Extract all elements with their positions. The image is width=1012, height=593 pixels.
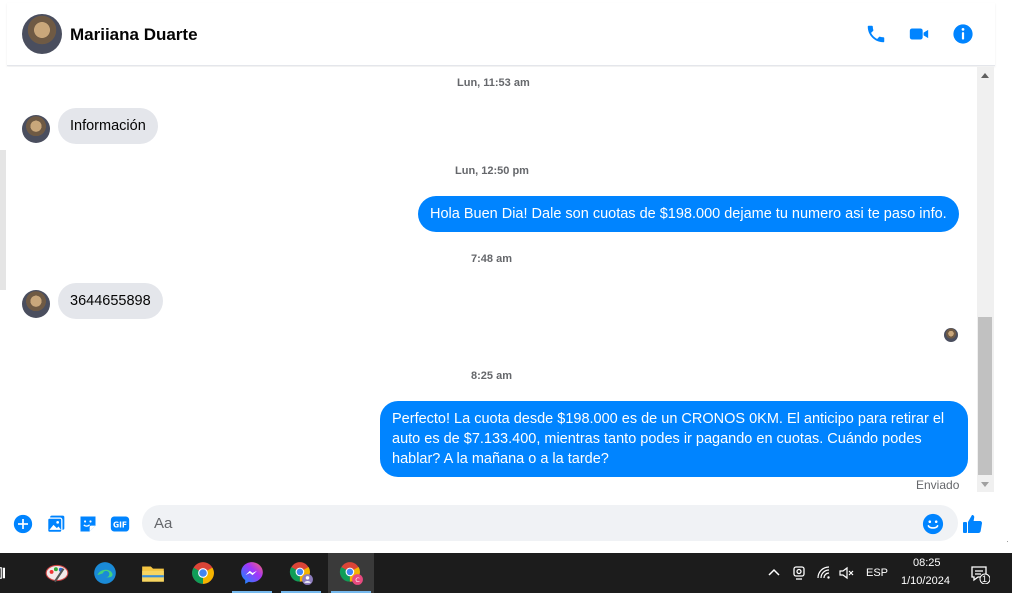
- message-composer: GIF: [7, 497, 1007, 549]
- sticker-icon: [80, 516, 96, 532]
- incoming-message[interactable]: 3644655898: [58, 283, 163, 319]
- message-list: Lun, 11:53 am Información Lun, 12:50 pm …: [7, 67, 977, 497]
- chrome-profile-icon: [289, 562, 313, 585]
- chat-header: Mariiana Duarte: [7, 3, 995, 66]
- message-timestamp: Lun, 12:50 pm: [455, 165, 529, 177]
- attach-photo-button[interactable]: [45, 513, 67, 535]
- voice-call-button[interactable]: [863, 21, 889, 47]
- folder-icon: [142, 566, 164, 582]
- taskbar-app-messenger[interactable]: [229, 553, 275, 593]
- gif-icon: GIF: [110, 516, 130, 532]
- task-view-button[interactable]: [0, 553, 14, 593]
- clock-date[interactable]: 1/10/2024: [901, 575, 950, 587]
- scrollbar-thumb[interactable]: [978, 317, 992, 475]
- message-timestamp: 8:25 am: [471, 370, 512, 382]
- phone-icon: [867, 25, 885, 43]
- more-actions-button[interactable]: [12, 513, 34, 535]
- left-panel-edge: [0, 150, 6, 290]
- emoji-icon: [922, 513, 944, 535]
- like-button[interactable]: [960, 511, 986, 537]
- svg-text:GIF: GIF: [113, 520, 127, 529]
- taskbar-app-chrome-active[interactable]: C: [328, 553, 374, 593]
- sticker-button[interactable]: [77, 513, 99, 535]
- message-input[interactable]: [142, 505, 958, 541]
- svg-text:C: C: [355, 576, 360, 584]
- webcam-icon: [793, 566, 805, 580]
- message-timestamp: 7:48 am: [471, 253, 512, 265]
- chrome-icon: [192, 562, 214, 584]
- message-timestamp: Lun, 11:53 am: [457, 77, 530, 89]
- thumbs-up-icon: [963, 515, 983, 534]
- sender-avatar[interactable]: [22, 115, 50, 143]
- taskbar-app-chrome[interactable]: [180, 553, 226, 593]
- edge-browser-icon: [94, 562, 116, 584]
- outgoing-message[interactable]: Hola Buen Dia! Dale son cuotas de $198.0…: [418, 196, 959, 232]
- video-camera-icon: [909, 28, 929, 40]
- messenger-icon: [241, 562, 263, 584]
- image-icon: [47, 515, 65, 533]
- taskbar-app-file-explorer[interactable]: [130, 553, 176, 593]
- video-call-button[interactable]: [906, 21, 932, 47]
- wifi-icon: [817, 566, 830, 579]
- contact-name[interactable]: Mariiana Duarte: [70, 25, 198, 45]
- meet-now-button[interactable]: [791, 565, 807, 581]
- conversation-info-button[interactable]: [950, 21, 976, 47]
- paint-icon: [45, 564, 69, 583]
- outgoing-message[interactable]: Perfecto! La cuota desde $198.000 es de …: [380, 401, 968, 477]
- network-button[interactable]: [816, 565, 832, 581]
- seen-receipt-avatar: [944, 328, 958, 342]
- chevron-up-icon: [768, 568, 780, 576]
- scroll-down-arrow[interactable]: [981, 482, 989, 487]
- speaker-muted-icon: [839, 566, 854, 580]
- input-language[interactable]: ESP: [866, 567, 888, 579]
- scroll-up-arrow[interactable]: [981, 73, 989, 78]
- show-hidden-icons-button[interactable]: [766, 565, 782, 581]
- sender-avatar[interactable]: [22, 290, 50, 318]
- messenger-window: Mariiana Duarte Lun, 11:53 am Informació…: [0, 0, 1012, 593]
- volume-button[interactable]: [838, 565, 854, 581]
- taskbar-app-chrome-profile[interactable]: [278, 553, 324, 593]
- taskbar-app-edge[interactable]: [82, 553, 128, 593]
- task-view-icon: [0, 567, 5, 579]
- sent-status: Enviado: [916, 478, 960, 492]
- chrome-profile-icon: C: [339, 562, 363, 585]
- clock-time[interactable]: 08:25: [913, 557, 941, 569]
- gif-button[interactable]: GIF: [109, 513, 131, 535]
- info-icon: [953, 24, 973, 44]
- taskbar-app-paint[interactable]: [34, 553, 80, 593]
- emoji-button[interactable]: [922, 513, 944, 535]
- notification-count: 1: [982, 574, 988, 584]
- windows-taskbar: C ESP 08:25 1/10/2024 1: [0, 553, 1012, 593]
- incoming-message[interactable]: Información: [58, 108, 158, 144]
- plus-circle-icon: [13, 514, 33, 534]
- contact-avatar[interactable]: [22, 14, 62, 54]
